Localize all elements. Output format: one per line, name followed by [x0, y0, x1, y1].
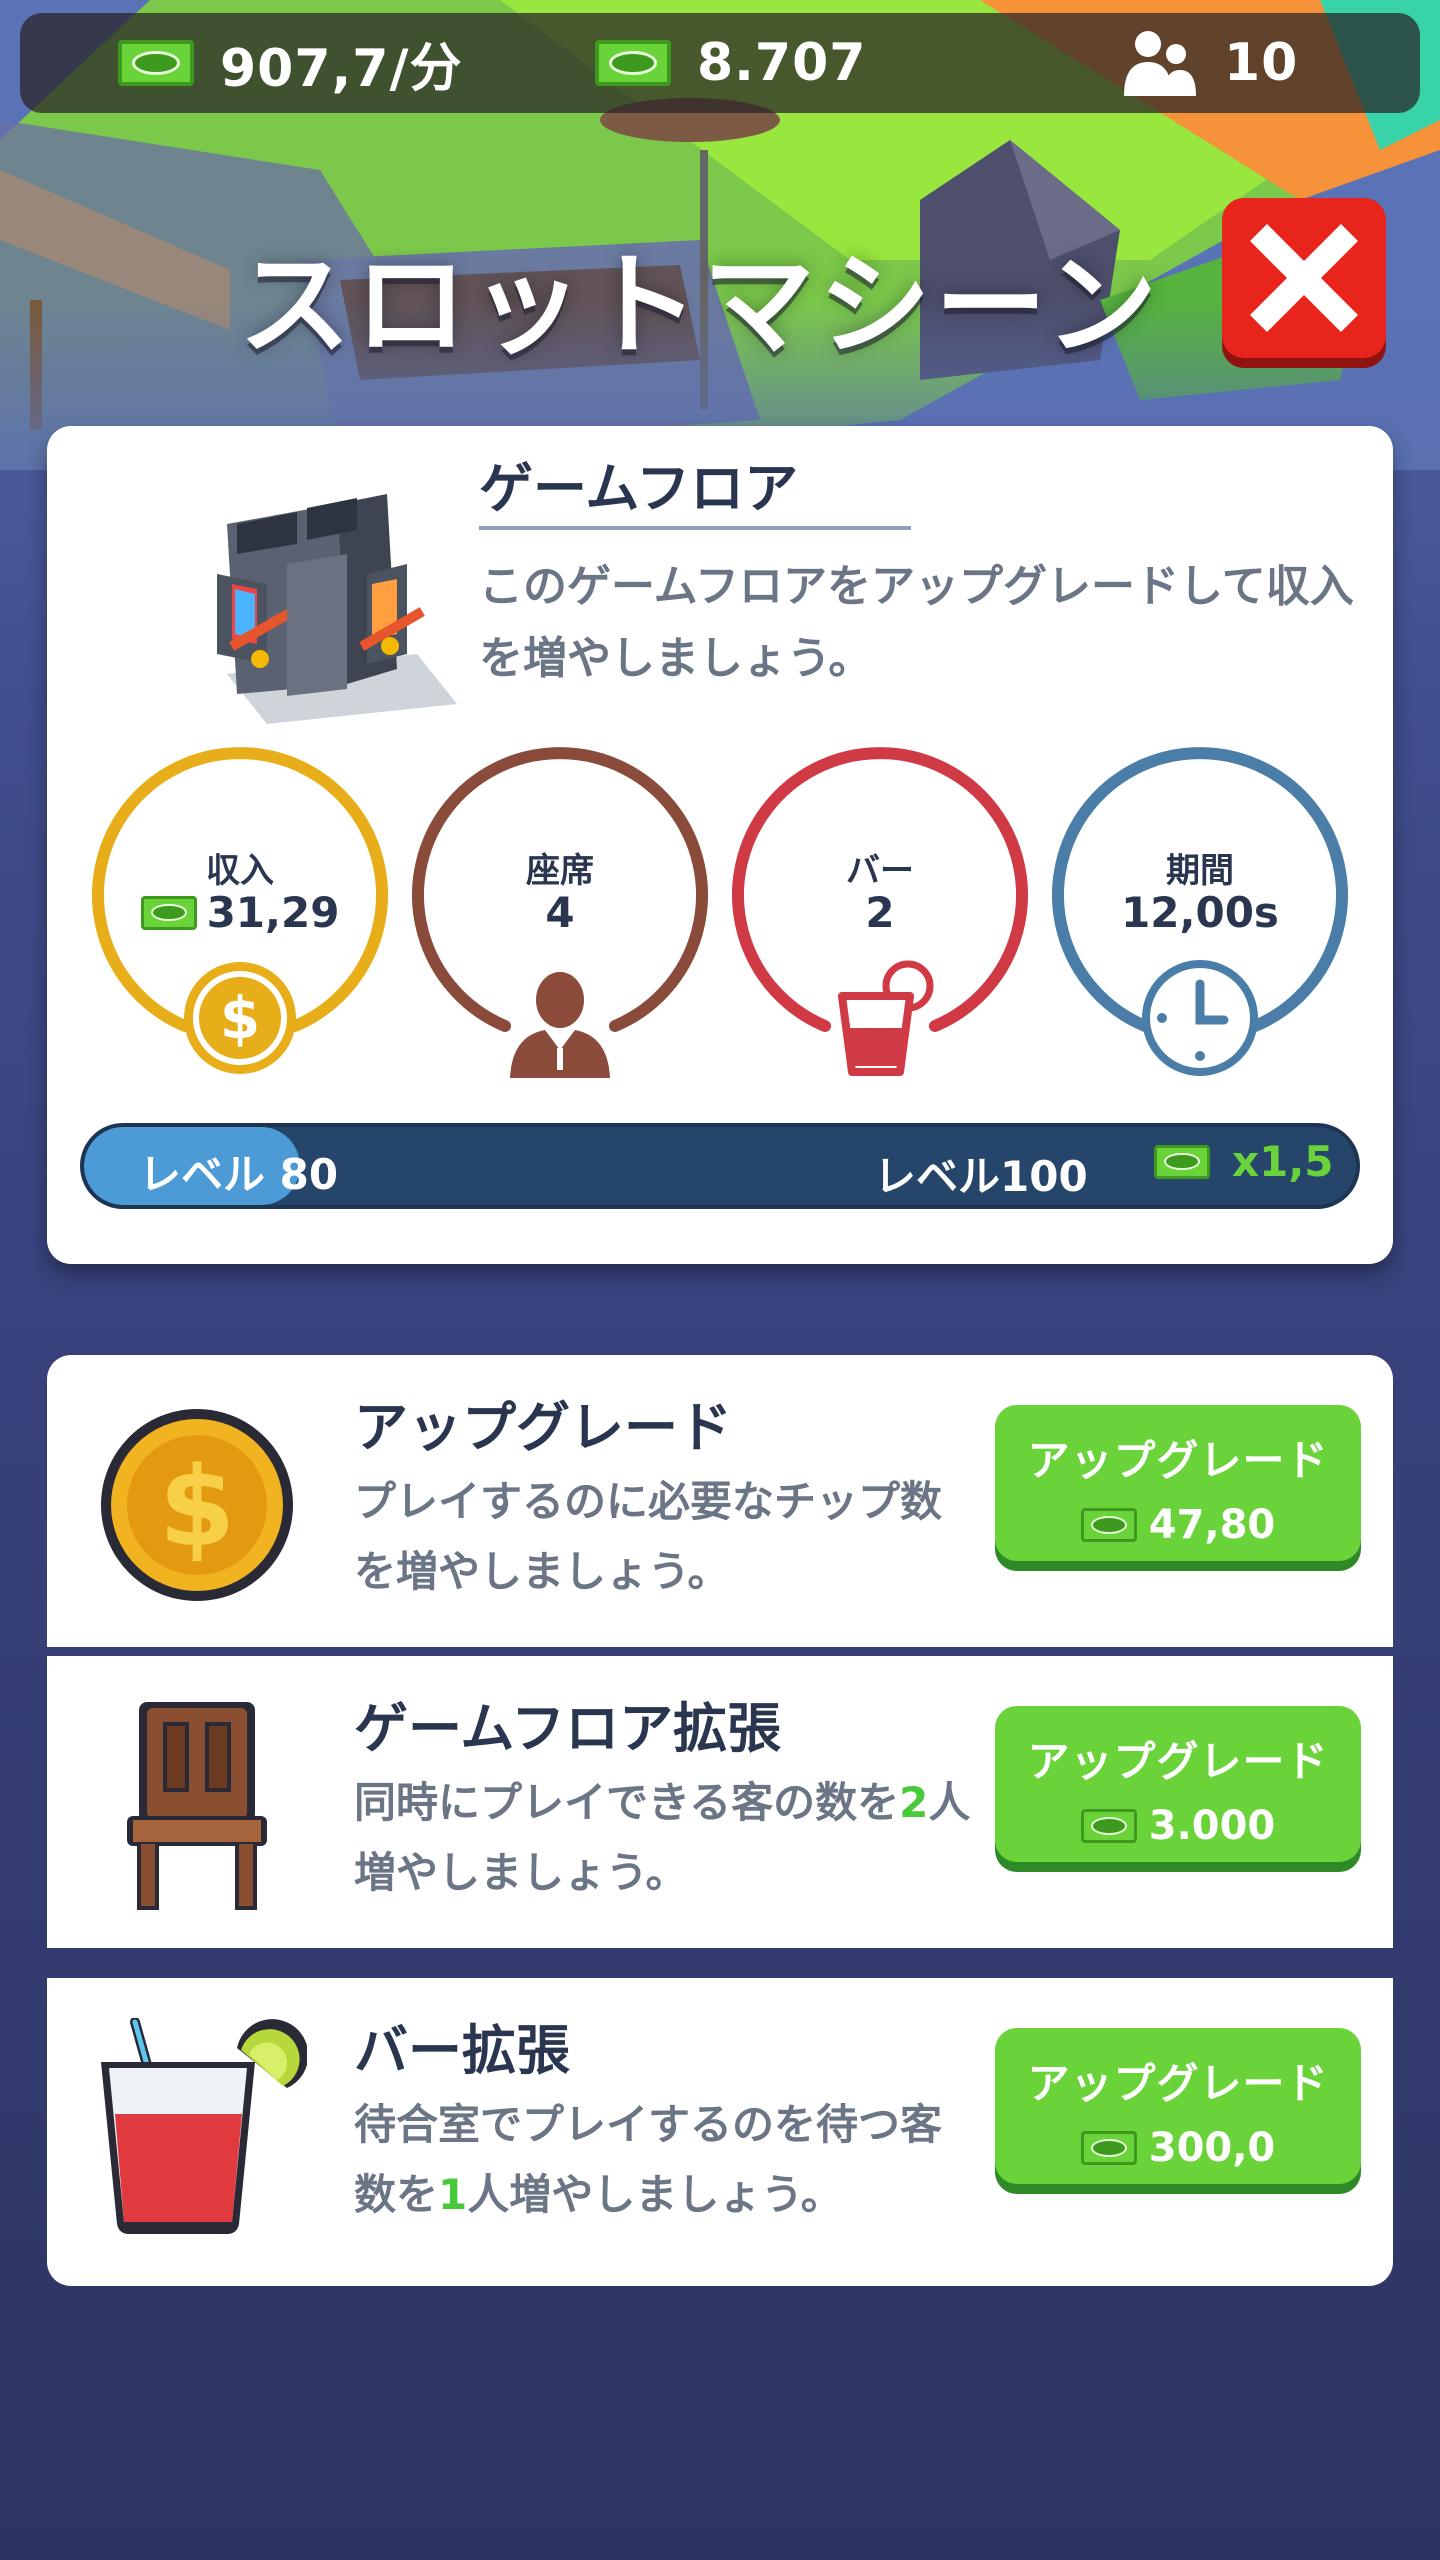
close-button[interactable]	[1222, 198, 1386, 358]
upgrade-button-label: アップグレード	[1027, 2059, 1329, 2108]
income-rate: 907,7/分	[118, 13, 462, 113]
slot-machine-image	[217, 494, 457, 724]
level-current: レベル 80	[139, 1150, 339, 1199]
stat-label: 座席	[526, 851, 594, 891]
upgrade-description: 待合室でプレイするのを待つ客数を1人増やしましょう。	[354, 2100, 943, 2219]
upgrade-title: バー拡張	[354, 2019, 570, 2082]
upgrade-title: ゲームフロア拡張	[354, 1697, 782, 1760]
cash-value: 8.707	[697, 33, 867, 93]
level-target: レベル100	[874, 1152, 1088, 1201]
cash-icon	[1154, 1144, 1210, 1179]
upgrade-cost-value: 47,80	[1148, 1502, 1276, 1548]
cash-icon	[1080, 1508, 1137, 1542]
info-description: このゲームフロアをアップグレードして収入を増やしましょう。	[479, 561, 1354, 684]
people-icon	[1124, 31, 1196, 96]
upgrade-title: アップグレード	[354, 1396, 732, 1459]
level-bonus: x1,5	[1154, 1137, 1334, 1186]
stat-duration: 期間 12,00s	[1045, 738, 1355, 1088]
upgrade-button[interactable]: アップグレード 3.000	[995, 1706, 1361, 1862]
upgrade-cost-value: 3.000	[1148, 1803, 1276, 1849]
level-bonus-multiplier: x1,5	[1232, 1137, 1334, 1186]
upgrade-cost: 300,0	[995, 2125, 1361, 2171]
stat-seats: 座席 4	[405, 738, 715, 1088]
stat-label: バー	[846, 851, 914, 891]
svg-text:$: $	[220, 984, 260, 1052]
dollar-coin-icon: $	[184, 962, 296, 1074]
upgrade-cost: 47,80	[995, 1502, 1361, 1548]
upgrade-row-bar-expansion: バー拡張 待合室でプレイするのを待つ客数を1人増やしましょう。 アップグレード …	[47, 1978, 1393, 2286]
upgrade-row-floor-expansion: ゲームフロア拡張 同時にプレイできる客の数を2人増やしましょう。 アップグレード…	[47, 1656, 1393, 1948]
visitor-count: 10	[1118, 13, 1298, 113]
stat-label: 期間	[1166, 851, 1234, 891]
gold-coin-icon: $	[101, 1409, 293, 1601]
close-icon	[1250, 224, 1358, 332]
stat-value-text: 31,29	[206, 888, 340, 937]
game-floor-card: ゲームフロア このゲームフロアをアップグレードして収入を増やしましょう。 収入 …	[47, 426, 1393, 1264]
stat-value: 31,29	[85, 888, 395, 937]
upgrade-description: 同時にプレイできる客の数を2人増やしましょう。	[354, 1778, 971, 1897]
stat-bar: バー 2	[725, 738, 1035, 1088]
upgrade-row-chips: $ アップグレード プレイするのに必要なチップ数を増やしましょう。 アップグレー…	[47, 1355, 1393, 1647]
stat-income: 収入 31,29 $	[85, 738, 395, 1088]
cash-icon	[1080, 1809, 1137, 1843]
clock-icon	[1142, 960, 1258, 1076]
upgrade-button-label: アップグレード	[1027, 1436, 1329, 1485]
cash-icon	[595, 40, 671, 86]
drink-icon	[838, 960, 934, 1076]
income-rate-value: 907,7/分	[220, 38, 463, 99]
upgrade-description: プレイするのに必要なチップ数を増やしましょう。	[354, 1477, 943, 1596]
stat-label: 収入	[206, 851, 274, 891]
page-title: スロットマシーン	[238, 241, 1162, 371]
level-progress-bar: レベル 80 レベル100 x1,5	[80, 1123, 1360, 1209]
stat-value: 12,00s	[1121, 888, 1279, 937]
stat-value: 4	[545, 888, 575, 937]
stat-value: 2	[865, 888, 895, 937]
upgrade-button[interactable]: アップグレード 47,80	[995, 1405, 1361, 1561]
resource-bar: 907,7/分 8.707 10	[20, 13, 1420, 113]
cocktail-icon	[101, 2018, 307, 2234]
info-title-underline	[479, 526, 911, 530]
cash-icon	[140, 895, 197, 930]
cash-icon	[118, 40, 194, 86]
svg-text:$: $	[159, 1443, 236, 1571]
chair-icon	[127, 1702, 267, 1910]
visitor-value: 10	[1224, 33, 1299, 93]
cash-balance: 8.707	[595, 13, 866, 113]
cash-icon	[1080, 2131, 1137, 2165]
upgrade-button-label: アップグレード	[1027, 1737, 1329, 1786]
upgrade-cost: 3.000	[995, 1803, 1361, 1849]
upgrade-cost-value: 300,0	[1148, 2125, 1276, 2171]
person-icon	[510, 972, 610, 1078]
info-title: ゲームフロア	[479, 457, 799, 520]
upgrade-button[interactable]: アップグレード 300,0	[995, 2028, 1361, 2184]
